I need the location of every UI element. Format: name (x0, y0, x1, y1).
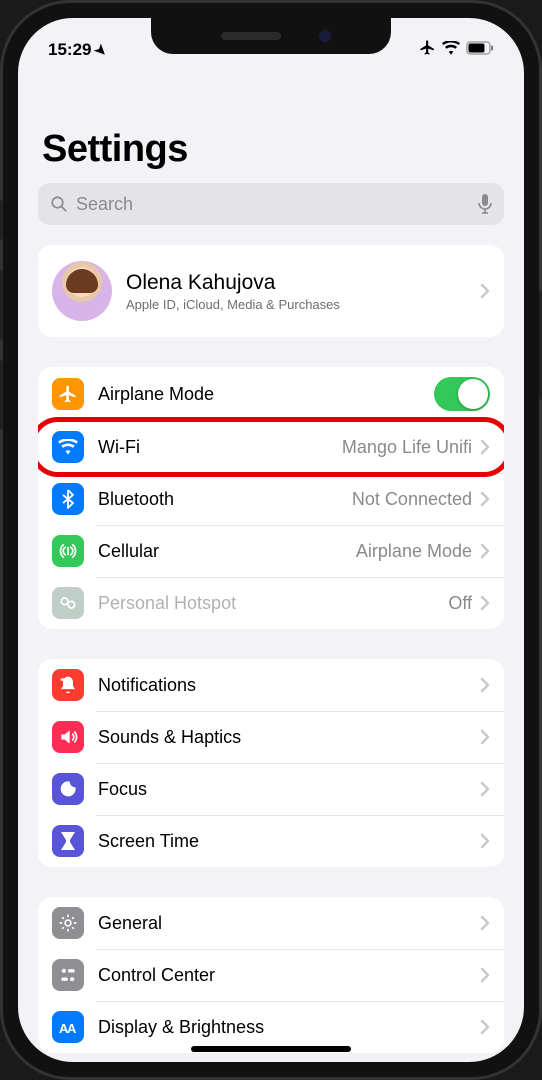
cell-detail: Off (448, 593, 472, 614)
airplane-status-icon (419, 39, 436, 61)
sounds-icon (52, 721, 84, 753)
search-field[interactable]: Search (38, 183, 504, 225)
bluetooth-icon (52, 483, 84, 515)
cell-label: Bluetooth (98, 489, 174, 510)
chevron-right-icon (480, 543, 490, 559)
cell-wi-fi[interactable]: Wi-Fi Mango Life Unifi (38, 421, 504, 473)
display-icon: AA (52, 1011, 84, 1043)
chevron-right-icon (480, 915, 490, 931)
hotspot-icon (52, 587, 84, 619)
general-icon (52, 907, 84, 939)
phone-frame: 15:29 ➤ Settings Searc (0, 0, 542, 1080)
screen: 15:29 ➤ Settings Searc (18, 18, 524, 1062)
cell-label: Personal Hotspot (98, 593, 236, 614)
wifi-status-icon (442, 40, 460, 60)
chevron-right-icon (480, 491, 490, 507)
profile-cell[interactable]: Olena Kahujova Apple ID, iCloud, Media &… (38, 245, 504, 337)
page-title: Settings (42, 128, 504, 171)
profile-name: Olena Kahujova (126, 271, 340, 295)
cellular-icon (52, 535, 84, 567)
volume-down (0, 360, 3, 430)
battery-status-icon (466, 40, 494, 60)
location-icon: ➤ (91, 40, 111, 60)
notch (151, 18, 391, 54)
search-placeholder: Search (76, 194, 133, 215)
cell-label: Cellular (98, 541, 159, 562)
settings-content[interactable]: Settings Search Olena Kahujova Apple ID,… (18, 68, 524, 1062)
group-connectivity: Airplane Mode Wi-Fi Mango Life Unifi Blueto… (38, 367, 504, 629)
cell-label: Notifications (98, 675, 196, 696)
cell-airplane-mode[interactable]: Airplane Mode (38, 367, 504, 421)
notifications-icon (52, 669, 84, 701)
group-attention: Notifications Sounds & Haptics Focus Screen… (38, 659, 504, 867)
status-time: 15:29 (48, 40, 91, 60)
dictate-icon[interactable] (478, 194, 492, 214)
cell-label: Focus (98, 779, 147, 800)
chevron-right-icon (480, 833, 490, 849)
cell-label: Display & Brightness (98, 1017, 264, 1038)
chevron-right-icon (480, 729, 490, 745)
search-icon (50, 195, 68, 213)
controlcenter-icon (52, 959, 84, 991)
toggle-switch[interactable] (434, 377, 490, 411)
chevron-right-icon (480, 595, 490, 611)
cell-cellular[interactable]: Cellular Airplane Mode (38, 525, 504, 577)
cell-label: General (98, 913, 162, 934)
svg-text:A: A (67, 1021, 77, 1035)
cell-screen-time[interactable]: Screen Time (38, 815, 504, 867)
cell-label: Airplane Mode (98, 384, 214, 405)
volume-up (0, 270, 3, 340)
cell-label: Sounds & Haptics (98, 727, 241, 748)
chevron-right-icon (480, 283, 490, 299)
chevron-right-icon (480, 1019, 490, 1035)
cell-label: Control Center (98, 965, 215, 986)
cell-general[interactable]: General (38, 897, 504, 949)
cell-bluetooth[interactable]: Bluetooth Not Connected (38, 473, 504, 525)
focus-icon (52, 773, 84, 805)
cell-detail: Not Connected (352, 489, 472, 510)
chevron-right-icon (480, 677, 490, 693)
cell-notifications[interactable]: Notifications (38, 659, 504, 711)
wifi-icon (52, 431, 84, 463)
cell-focus[interactable]: Focus (38, 763, 504, 815)
groups-container: Airplane Mode Wi-Fi Mango Life Unifi Blueto… (38, 367, 504, 1053)
mute-switch (0, 200, 3, 240)
avatar (52, 261, 112, 321)
chevron-right-icon (480, 781, 490, 797)
chevron-right-icon (480, 439, 490, 455)
screentime-icon (52, 825, 84, 857)
airplane-icon (52, 378, 84, 410)
cell-detail: Airplane Mode (356, 541, 472, 562)
cell-label: Screen Time (98, 831, 199, 852)
profile-subtitle: Apple ID, iCloud, Media & Purchases (126, 297, 340, 312)
profile-group: Olena Kahujova Apple ID, iCloud, Media &… (38, 245, 504, 337)
cell-control-center[interactable]: Control Center (38, 949, 504, 1001)
cell-personal-hotspot[interactable]: Personal Hotspot Off (38, 577, 504, 629)
cell-sounds-haptics[interactable]: Sounds & Haptics (38, 711, 504, 763)
home-indicator[interactable] (191, 1046, 351, 1052)
cell-detail: Mango Life Unifi (342, 437, 472, 458)
group-general-group: General Control Center AA Display & Brightn… (38, 897, 504, 1053)
cell-label: Wi-Fi (98, 437, 140, 458)
chevron-right-icon (480, 967, 490, 983)
